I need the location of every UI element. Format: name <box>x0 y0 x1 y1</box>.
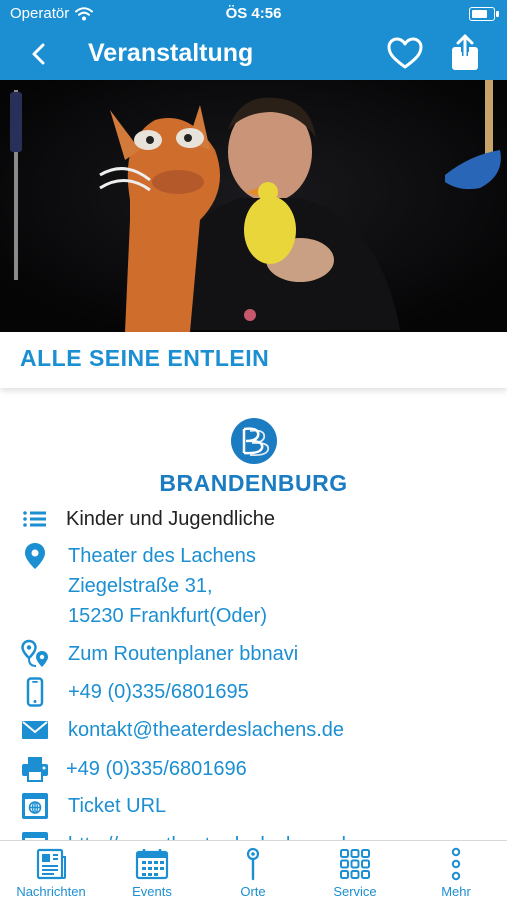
puppet-show-photo <box>0 80 507 332</box>
page-title: Veranstaltung <box>88 39 254 67</box>
tab-mehr[interactable]: Mehr <box>406 847 506 899</box>
printer-icon <box>22 757 48 782</box>
tab-orte[interactable]: Orte <box>203 847 303 899</box>
brandenburg-logo-mark-icon <box>231 418 277 464</box>
tab-label-events: Events <box>132 884 172 899</box>
fax-number[interactable]: +49 (0)335/6801696 <box>66 754 247 784</box>
share-icon[interactable] <box>448 34 482 72</box>
mail-envelope-icon <box>22 721 48 739</box>
ticket-url-link[interactable]: Ticket URL <box>68 791 166 821</box>
map-pin-icon <box>246 847 260 881</box>
battery-fill <box>472 10 487 18</box>
web-browser-icon <box>22 793 48 819</box>
favorite-heart-icon[interactable] <box>386 36 424 72</box>
tab-bar: Nachrichten Events Orte Service Mehr <box>0 840 507 901</box>
tab-label-nachrichten: Nachrichten <box>16 884 86 899</box>
venue-city[interactable]: 15230 Frankfurt(Oder) <box>68 601 267 631</box>
calendar-icon <box>135 849 169 880</box>
tab-events[interactable]: Events <box>102 847 202 899</box>
newspaper-icon <box>36 848 66 880</box>
phone-number[interactable]: +49 (0)335/6801695 <box>68 677 249 707</box>
location-pin-icon <box>25 543 45 569</box>
venue-street[interactable]: Ziegelstraße 31, <box>68 571 213 601</box>
event-hero-image <box>0 80 507 332</box>
status-time: ÖS 4:56 <box>225 5 282 22</box>
event-title-bar: ALLE SEINE ENTLEIN <box>0 332 507 388</box>
more-dots-icon <box>451 847 461 881</box>
tab-label-orte: Orte <box>240 884 266 899</box>
tab-label-mehr: Mehr <box>441 884 471 899</box>
grid-icon <box>340 849 370 879</box>
list-icon <box>23 511 46 527</box>
email-address[interactable]: kontakt@theaterdeslachens.de <box>68 715 344 745</box>
route-planner-link[interactable]: Zum Routenplaner bbnavi <box>68 639 298 669</box>
mobile-phone-icon <box>26 677 44 707</box>
battery-icon <box>469 7 499 21</box>
tab-nachrichten[interactable]: Nachrichten <box>1 847 101 899</box>
status-bar: Operatör ÖS 4:56 <box>0 0 507 28</box>
event-title: ALLE SEINE ENTLEIN <box>20 345 270 371</box>
back-arrow-icon[interactable] <box>24 38 56 70</box>
navigation-bar: Veranstaltung <box>0 28 507 80</box>
tab-service[interactable]: Service <box>305 847 405 899</box>
venue-name[interactable]: Theater des Lachens <box>68 541 256 571</box>
category-label: Kinder und Jugendliche <box>66 508 276 530</box>
route-icon <box>21 639 48 667</box>
tab-label-service: Service <box>333 884 377 899</box>
brandenburg-logo-text: BRANDENBURG <box>159 470 348 496</box>
